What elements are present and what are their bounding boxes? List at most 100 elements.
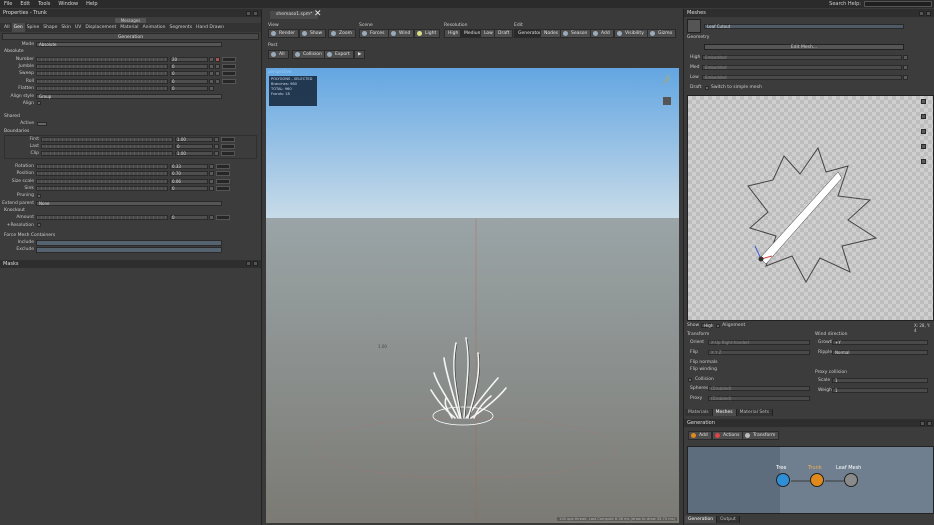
generation-graph[interactable]: Tree Trunk Leaf Mesh (687, 446, 934, 514)
meshes-float-button[interactable] (919, 10, 924, 16)
tab-skin[interactable]: Skin (59, 23, 73, 32)
jumble-reset-button[interactable] (215, 63, 220, 69)
last-link-button[interactable] (214, 144, 219, 150)
tab-material[interactable]: Material (118, 23, 140, 32)
jumble-field[interactable]: 0 (170, 63, 208, 69)
rotation-link-button[interactable] (209, 163, 214, 169)
menu-window[interactable]: Window (54, 1, 82, 7)
lod-low-field[interactable]: Embedded (702, 75, 902, 80)
menu-file[interactable]: File (0, 1, 16, 7)
tab-material-sets[interactable]: Material Sets (736, 409, 774, 416)
tab-generation[interactable]: Generation (685, 516, 718, 523)
show-button[interactable]: Show (299, 29, 327, 38)
post-all-button[interactable]: All (268, 50, 289, 59)
pruning-checkbox[interactable] (37, 193, 41, 198)
clip-link-button[interactable] (214, 151, 219, 157)
amount-field[interactable]: 0 (170, 215, 208, 221)
resolution-draft-button[interactable]: Draft (494, 29, 514, 38)
preview-tool-4[interactable] (921, 144, 926, 149)
first-curve[interactable] (221, 136, 235, 142)
light-button[interactable]: Light (414, 29, 441, 38)
first-link-button[interactable] (214, 136, 219, 142)
first-slider[interactable] (41, 136, 173, 142)
tab-materials[interactable]: Materials (685, 409, 713, 416)
export-button[interactable]: Export (324, 50, 354, 59)
tree-node[interactable] (776, 473, 790, 487)
last-curve[interactable] (221, 144, 235, 150)
first-field[interactable]: 1.00 (175, 136, 213, 142)
ripple-dropdown[interactable]: Normal (832, 350, 928, 355)
growth-dropdown[interactable]: +Y (832, 340, 928, 345)
generation-float-button[interactable] (920, 420, 925, 426)
masks-close-button[interactable] (253, 261, 258, 267)
exclude-field[interactable] (36, 246, 222, 253)
extend-parent-dropdown[interactable]: None (36, 200, 222, 206)
tab-segments[interactable]: Segments (168, 23, 195, 32)
lod-high-browse-button[interactable] (903, 55, 908, 60)
lod-med-field[interactable]: Embedded (702, 65, 902, 70)
close-panel-button[interactable] (253, 10, 258, 16)
flatten-slider[interactable] (36, 86, 168, 92)
roll-link-button[interactable] (209, 78, 214, 84)
document-tab[interactable]: shemaso1.spm* (270, 11, 319, 19)
view-toggle-icon[interactable] (663, 97, 671, 105)
generation-close-button[interactable] (927, 420, 932, 426)
size-scale-slider[interactable] (36, 178, 168, 184)
last-slider[interactable] (41, 144, 173, 150)
tab-spine[interactable]: Spine (25, 23, 42, 32)
rotation-field[interactable]: 0.33 (170, 163, 208, 169)
position-curve[interactable] (216, 171, 230, 177)
gen-actions-button[interactable]: Actions (712, 431, 744, 440)
size-scale-curve[interactable] (216, 178, 230, 184)
number-reset-button[interactable] (215, 56, 220, 62)
sink-slider[interactable] (36, 186, 168, 192)
season-button[interactable]: Season (560, 29, 592, 38)
clip-field[interactable]: 1.00 (175, 151, 213, 157)
number-link-button[interactable] (209, 56, 214, 62)
add-button[interactable]: Add (590, 29, 614, 38)
rotation-curve[interactable] (216, 163, 230, 169)
float-panel-button[interactable] (246, 10, 251, 16)
number-slider[interactable] (36, 56, 168, 62)
flip-dropdown[interactable]: X Y Z (708, 350, 810, 355)
search-help-input[interactable] (864, 1, 932, 7)
gizmo-button[interactable]: Gizmo (647, 29, 677, 38)
mesh-origin[interactable] (758, 256, 764, 262)
preview-tool-2[interactable] (921, 114, 926, 119)
render-button[interactable]: Render (268, 29, 300, 38)
active-checkbox[interactable] (37, 121, 47, 126)
roll-field[interactable]: 0 (170, 78, 208, 84)
gen-add-button[interactable]: Add (688, 431, 712, 440)
sweep-curve[interactable] (222, 71, 236, 77)
trunk-node[interactable] (810, 473, 824, 487)
menu-tools[interactable]: Tools (34, 1, 54, 7)
number-field[interactable]: 20 (170, 56, 208, 62)
scale-field[interactable]: 1 (832, 378, 928, 383)
show-dropdown[interactable]: High (701, 323, 713, 328)
clip-slider[interactable] (41, 151, 173, 157)
hand-tool-icon[interactable] (687, 19, 701, 33)
zoom-button[interactable]: Zoom (328, 29, 356, 38)
nodes-button[interactable]: Nodes (540, 29, 563, 38)
amount-link-button[interactable] (209, 215, 214, 221)
sweep-reset-button[interactable] (215, 71, 220, 77)
collision-checkbox[interactable] (688, 377, 692, 382)
tab-all[interactable]: All (2, 23, 12, 32)
align-checkbox[interactable] (37, 101, 41, 106)
gen-transform-button[interactable]: Transform (742, 431, 780, 440)
preview-tool-1[interactable] (921, 99, 926, 104)
size-scale-field[interactable]: 0.06 (170, 178, 208, 184)
tab-hand-drawn[interactable]: Hand Drawn (194, 23, 226, 32)
position-link-button[interactable] (209, 171, 214, 177)
mode-dropdown[interactable]: Absolute (36, 42, 222, 48)
clip-curve[interactable] (221, 151, 235, 157)
mesh-preview[interactable] (687, 95, 934, 321)
preview-tool-5[interactable] (921, 159, 926, 164)
wind-button[interactable]: Wind (388, 29, 415, 38)
jumble-link-button[interactable] (209, 63, 214, 69)
amount-slider[interactable] (36, 215, 168, 221)
3d-viewport[interactable]: 1.00 perspective POLYGONS - SELECTED Bra… (266, 68, 679, 523)
mesh-name-dropdown[interactable]: Leaf Cutout (704, 23, 904, 29)
roll-slider[interactable] (36, 78, 168, 84)
rotation-slider[interactable] (36, 163, 168, 169)
